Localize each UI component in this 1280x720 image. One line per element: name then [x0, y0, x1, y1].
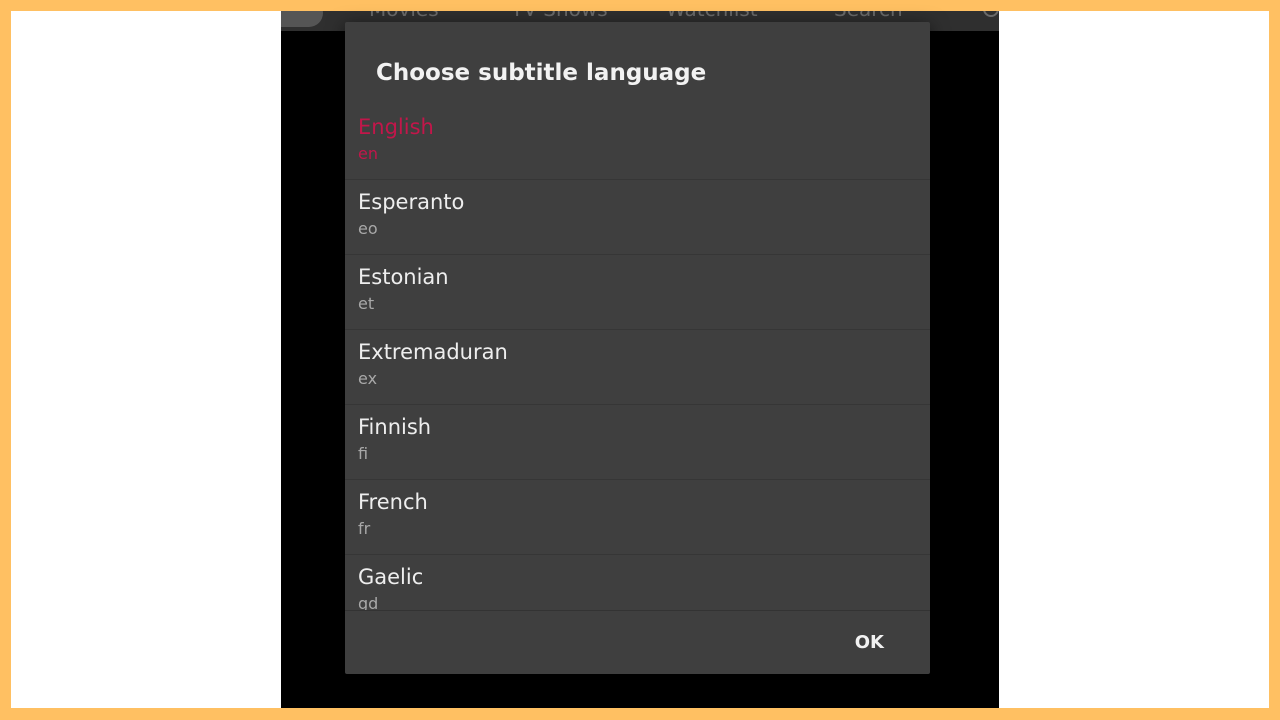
dialog-title: Choose subtitle language — [376, 60, 707, 86]
language-name: French — [358, 490, 428, 514]
nav-search[interactable]: Search — [834, 11, 903, 21]
language-name: Finnish — [358, 415, 432, 439]
language-name: Esperanto — [358, 190, 465, 214]
language-code: ex — [358, 369, 378, 388]
language-name: English — [358, 115, 434, 139]
language-item-estonian[interactable]: Estonian et — [345, 255, 930, 330]
language-name: Extremaduran — [358, 340, 508, 364]
language-item-esperanto[interactable]: Esperanto eo — [345, 180, 930, 255]
dialog-divider — [345, 610, 930, 611]
language-code: fi — [358, 444, 369, 463]
language-item-extremaduran[interactable]: Extremaduran ex — [345, 330, 930, 405]
subtitle-language-dialog: Choose subtitle language English en Espe… — [345, 22, 930, 674]
nav-watchlist[interactable]: Watchlist — [666, 11, 758, 21]
language-name: Gaelic — [358, 565, 424, 589]
language-code: en — [358, 144, 378, 163]
language-item-french[interactable]: French fr — [345, 480, 930, 555]
language-code: et — [358, 294, 375, 313]
home-nav-pill[interactable] — [281, 11, 323, 27]
language-list[interactable]: English en Esperanto eo Estonian et Extr… — [345, 105, 930, 610]
language-code: fr — [358, 519, 371, 538]
ok-button[interactable]: OK — [849, 628, 890, 658]
nav-tv-shows[interactable]: TV Shows — [511, 11, 608, 21]
nav-movies[interactable]: Movies — [369, 11, 439, 21]
language-item-english[interactable]: English en — [345, 105, 930, 180]
language-code: gd — [358, 594, 379, 610]
language-code: eo — [358, 219, 378, 238]
settings-icon[interactable] — [983, 11, 999, 17]
language-name: Estonian — [358, 265, 449, 289]
language-item-gaelic[interactable]: Gaelic gd — [345, 555, 930, 610]
language-item-finnish[interactable]: Finnish fi — [345, 405, 930, 480]
